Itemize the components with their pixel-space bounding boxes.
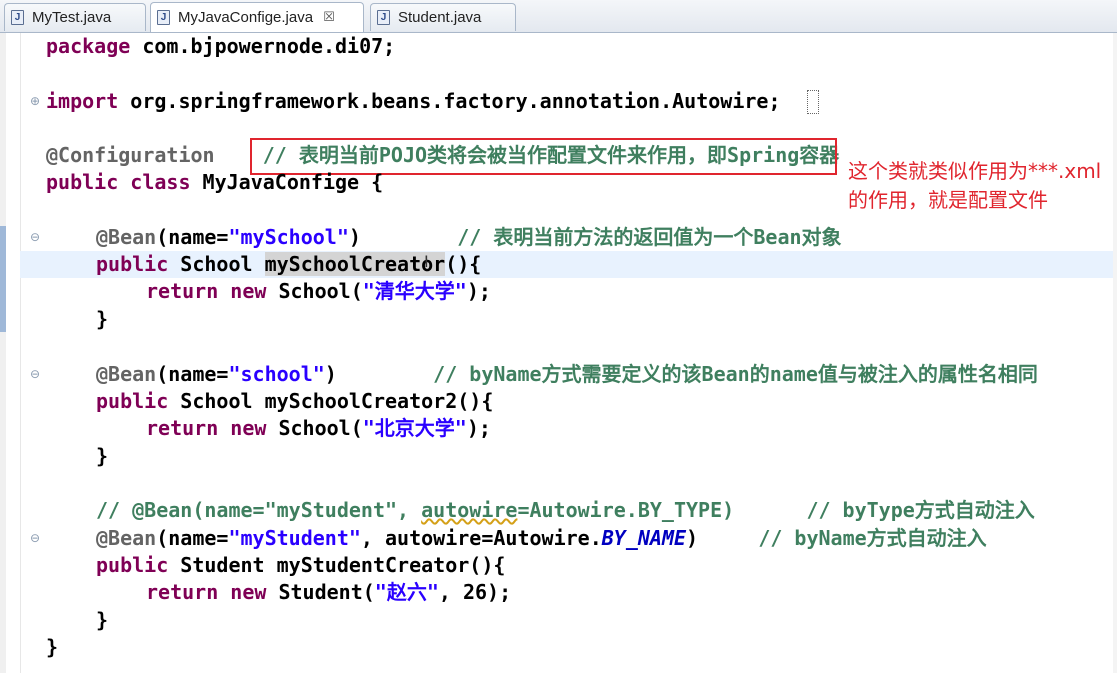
java-file-icon: J [377,10,390,25]
editor-tab-bar: J MyTest.java J MyJavaConfige.java ☒ J S… [0,0,1117,33]
collapsed-imports-marker[interactable] [807,90,819,114]
annotation-note: 这个类就类似作用为***.xml的作用，就是配置文件 [848,159,1102,212]
tab-student[interactable]: J Student.java [370,3,516,31]
java-file-icon: J [157,10,170,25]
code-line: @Bean(name="mySchool") // 表明当前方法的返回值为一个B… [96,225,842,249]
tab-label: MyJavaConfige.java [178,9,314,26]
code-line: @Bean(name="school") // byName方式需要定义的该Be… [96,362,1038,386]
code-line: } [96,608,109,632]
expand-fold-icon[interactable]: ⊕ [30,94,40,108]
text-cursor-icon: I [424,252,429,271]
code-line: } [96,444,109,468]
code-line: return new School("清华大学"); [146,279,491,303]
tab-mytest[interactable]: J MyTest.java [4,3,146,31]
code-line: public class MyJavaConfige { [46,170,384,194]
code-line: import org.springframework.beans.factory… [46,89,781,113]
code-line: public School mySchoolCreator2(){ [96,389,494,413]
tab-myjavaconfige[interactable]: J MyJavaConfige.java ☒ [150,2,364,32]
java-file-icon: J [11,10,24,25]
editor-gutter [6,33,21,673]
vertical-scrollbar[interactable] [1113,33,1117,673]
code-line: } [46,635,59,659]
collapse-fold-icon[interactable]: ⊖ [30,367,40,381]
tab-label: Student.java [398,9,482,26]
code-line: // @Bean(name="myStudent", autowire=Auto… [96,498,1035,522]
collapse-fold-icon[interactable]: ⊖ [30,230,40,244]
code-line: return new Student("赵六", 26); [146,580,512,604]
code-line: package com.bjpowernode.di07; [46,34,396,58]
collapse-fold-icon[interactable]: ⊖ [30,531,40,545]
code-line: @Bean(name="myStudent", autowire=Autowir… [96,526,987,550]
code-editor[interactable]: ⊕ ⊖ ⊖ ⊖ package com.bjpowernode.di07; im… [0,33,1117,673]
code-line: } [96,307,109,331]
close-tab-icon[interactable]: ☒ [323,10,335,25]
code-line: return new School("北京大学"); [146,416,491,440]
code-line: public Student myStudentCreator(){ [96,553,506,577]
tab-label: MyTest.java [32,9,112,26]
